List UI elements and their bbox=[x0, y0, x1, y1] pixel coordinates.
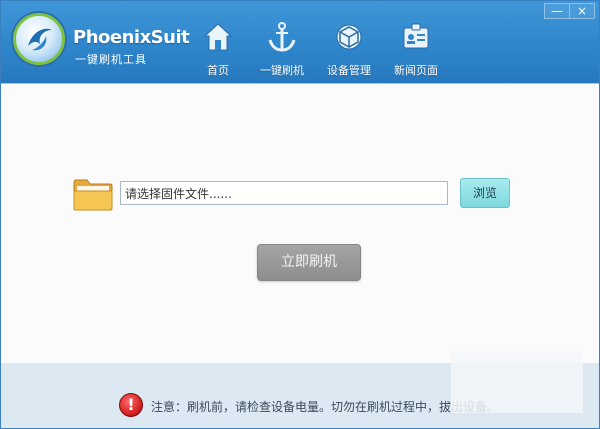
app-window: PhoenixSuit 一键刷机工具 首页 一键刷机 设备管理 新闻页面 — ×… bbox=[0, 0, 600, 429]
device-cube-icon bbox=[336, 24, 362, 50]
close-button[interactable]: × bbox=[569, 3, 595, 19]
home-icon bbox=[203, 23, 233, 51]
nav-device[interactable]: 设备管理 bbox=[313, 21, 385, 81]
app-brand: PhoenixSuit bbox=[73, 27, 190, 48]
browse-button[interactable]: 浏览 bbox=[460, 178, 510, 208]
nav-flash-label: 一键刷机 bbox=[260, 64, 304, 77]
nav-news[interactable]: 新闻页面 bbox=[380, 21, 452, 81]
nav-device-label: 设备管理 bbox=[327, 64, 371, 77]
phoenix-logo-icon bbox=[13, 13, 65, 65]
window-controls: — × bbox=[544, 3, 595, 19]
nav-flash[interactable]: 一键刷机 bbox=[246, 21, 318, 81]
minimize-button[interactable]: — bbox=[544, 3, 570, 19]
nav-home[interactable]: 首页 bbox=[182, 21, 254, 81]
folder-icon bbox=[73, 179, 113, 211]
header-bar: PhoenixSuit 一键刷机工具 首页 一键刷机 设备管理 新闻页面 — × bbox=[1, 1, 599, 84]
warning-icon: ! bbox=[119, 393, 143, 417]
nav-news-label: 新闻页面 bbox=[394, 64, 438, 77]
firmware-file-input[interactable] bbox=[120, 181, 448, 205]
overlay-panel bbox=[451, 351, 583, 413]
news-id-card-icon bbox=[403, 23, 429, 49]
footer-notice: 注意：刷机前，请检查设备电量。切勿在刷机过程中，拔出设备。 bbox=[151, 400, 500, 414]
app-subtitle: 一键刷机工具 bbox=[75, 53, 147, 66]
nav-home-label: 首页 bbox=[207, 64, 229, 77]
anchor-icon bbox=[268, 22, 296, 52]
flash-now-button[interactable]: 立即刷机 bbox=[257, 244, 361, 281]
